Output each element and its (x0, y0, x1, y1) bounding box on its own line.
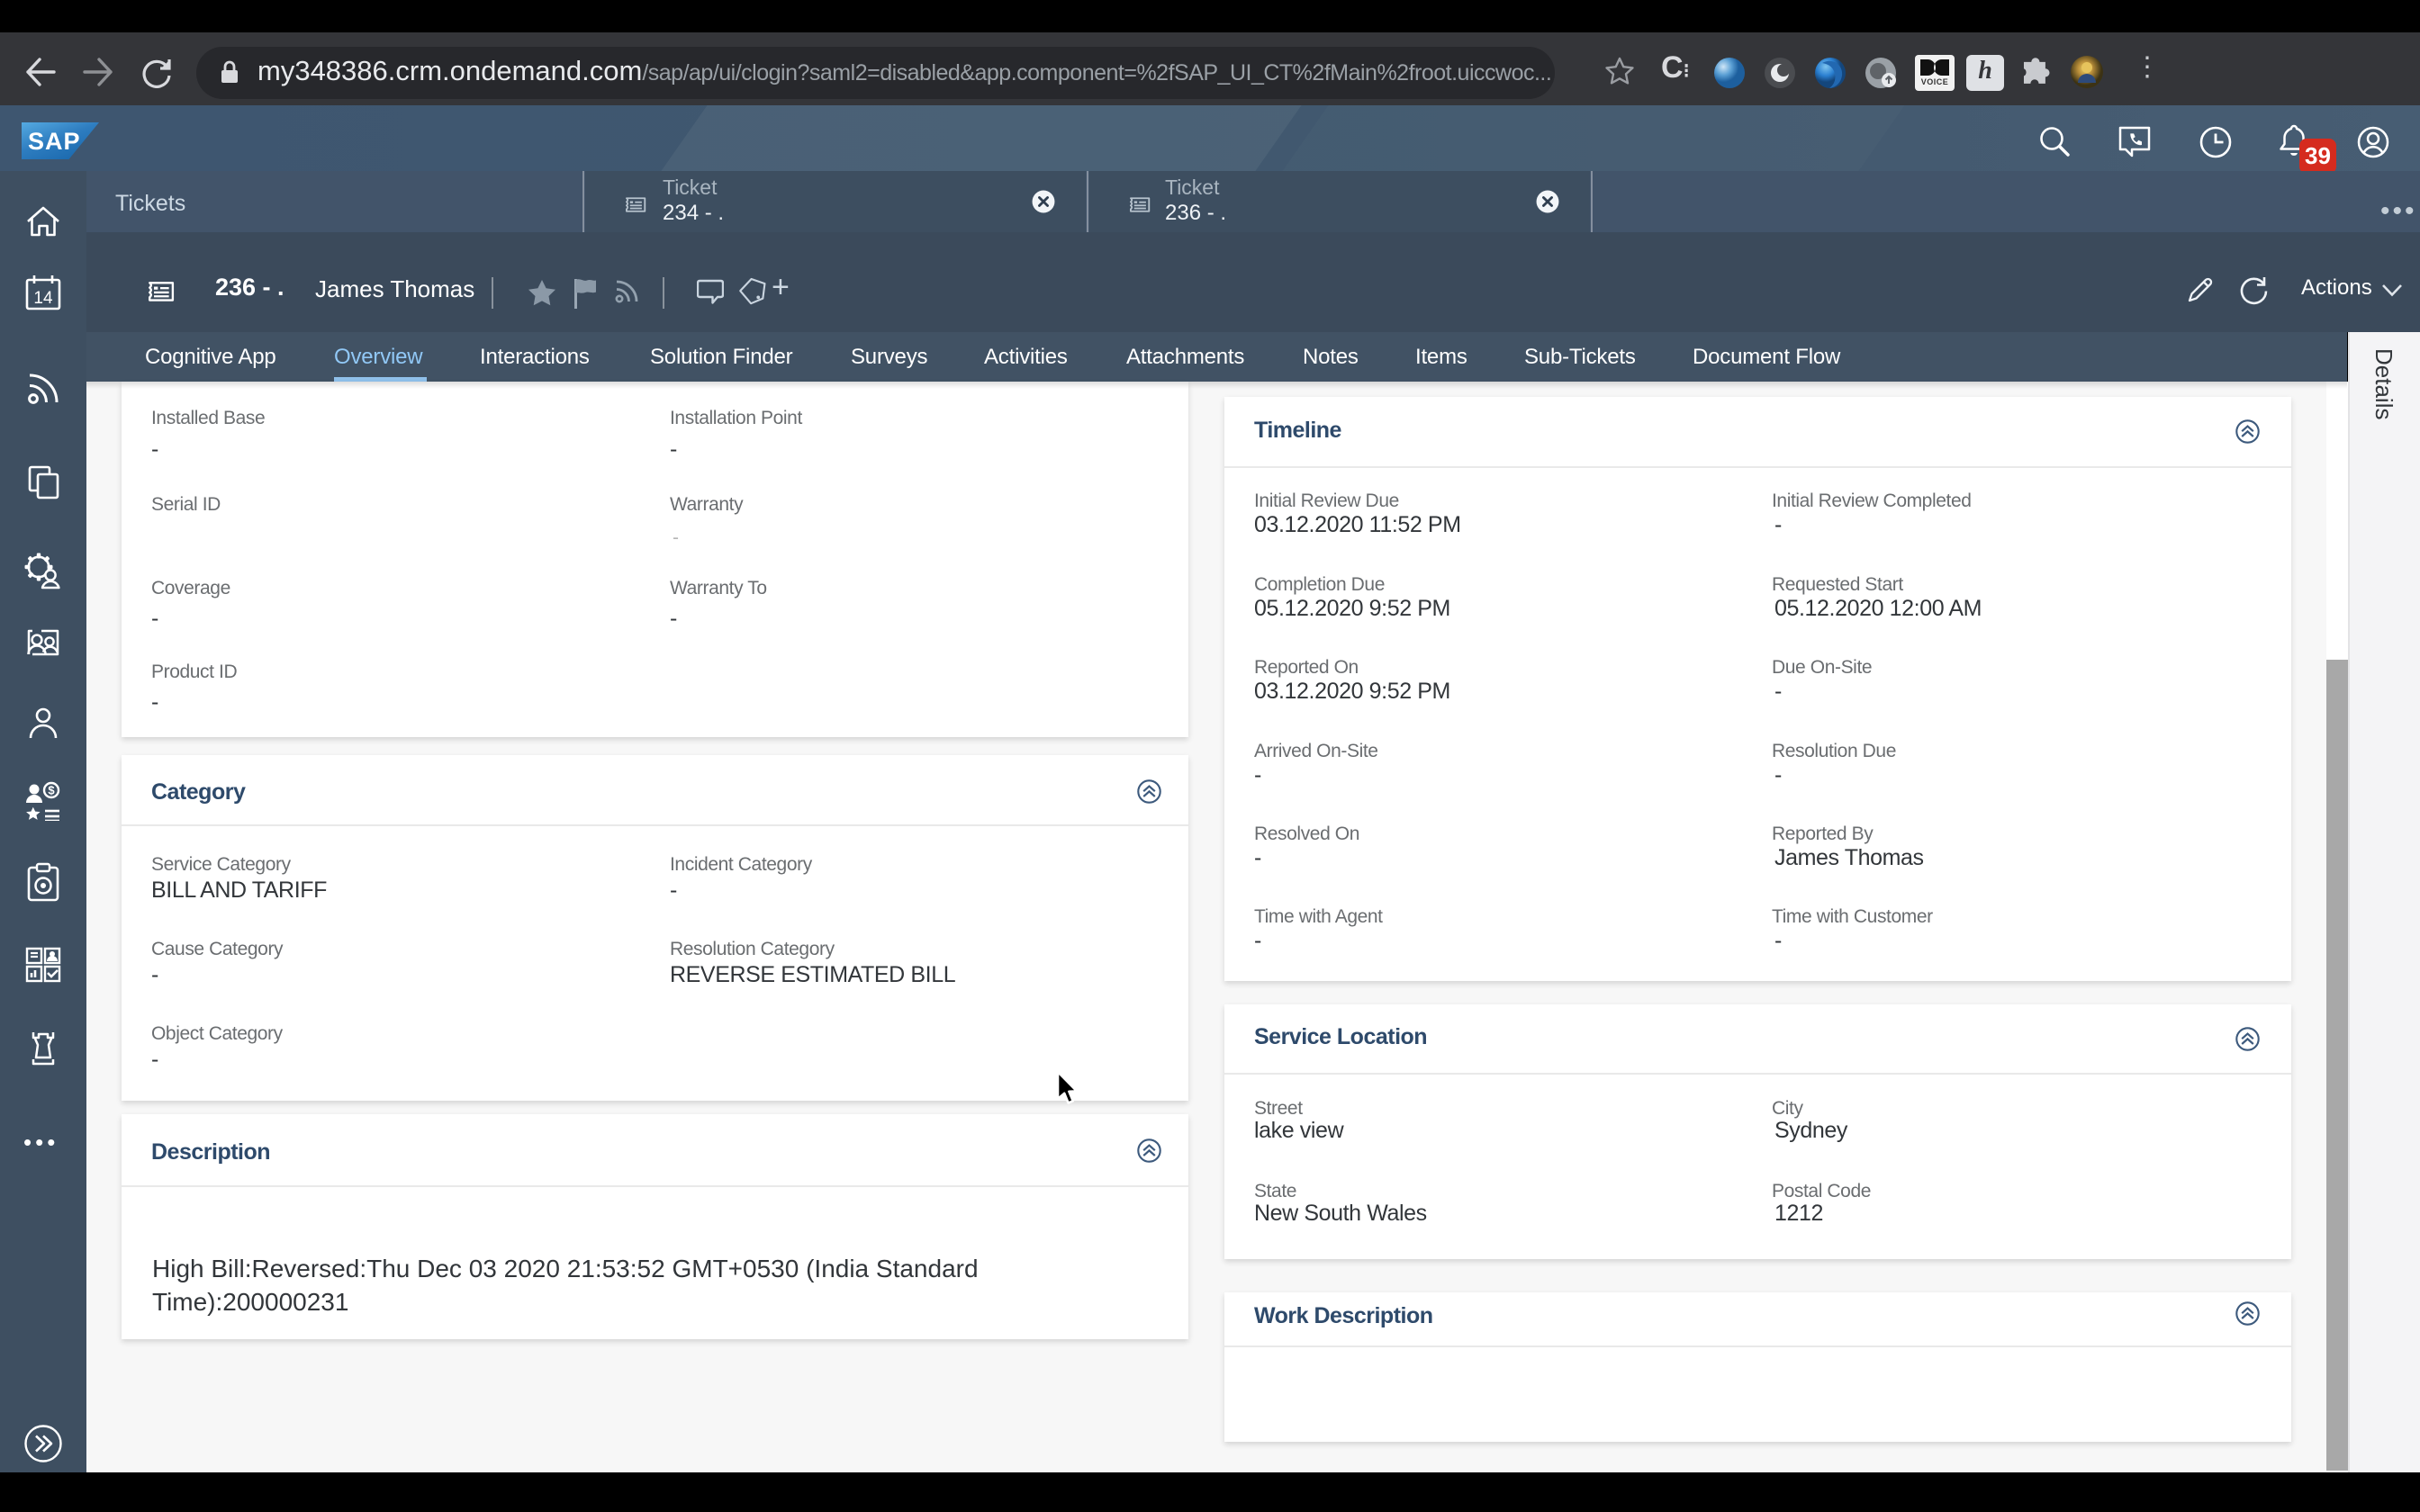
svg-text:14: 14 (33, 289, 53, 308)
svg-text:$: $ (48, 784, 55, 797)
